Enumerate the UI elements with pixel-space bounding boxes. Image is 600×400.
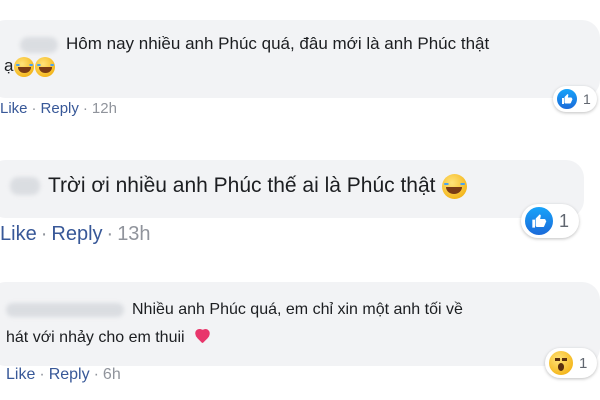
reaction-count: 1: [579, 354, 588, 372]
comment-text-line-1: Nhiều anh Phúc quá, em chỉ xin một anh t…: [132, 301, 463, 318]
separator-dot: ·: [106, 223, 114, 245]
like-link[interactable]: Like: [0, 223, 37, 245]
reply-link[interactable]: Reply: [41, 100, 79, 117]
laughing-tears-emoji: [14, 56, 35, 77]
reply-link[interactable]: Reply: [49, 366, 90, 383]
like-link[interactable]: Like: [0, 100, 28, 117]
reaction-count: 1: [559, 210, 570, 231]
comment-actions: Like · Reply · 6h: [6, 366, 121, 384]
comment-actions: Like · Reply · 12h: [0, 100, 117, 117]
like-link[interactable]: Like: [6, 366, 35, 383]
like-icon: [555, 87, 579, 111]
comment-2: Trời ơi nhiều anh Phúc thế ai là Phúc th…: [0, 130, 600, 260]
separator-dot: ·: [31, 100, 37, 117]
comment-3: Nhiều anh Phúc quá, em chỉ xin một anh t…: [0, 260, 600, 400]
comment-text-line-1: Trời ơi nhiều anh Phúc thế ai là Phúc th…: [48, 174, 436, 197]
reaction-summary[interactable]: 1: [553, 86, 597, 112]
comment-text-line-2: hát với nhảy cho em thuii: [6, 329, 185, 346]
separator-dot: ·: [82, 100, 88, 117]
comment-text-line-2: ạ: [4, 56, 14, 76]
comment-bubble: Hôm nay nhiều anh Phúc quá, đâu mới là a…: [0, 20, 600, 98]
separator-dot: ·: [40, 223, 48, 245]
comment-text-line-1: Hôm nay nhiều anh Phúc quá, đâu mới là a…: [66, 34, 490, 53]
like-icon: [523, 205, 555, 237]
laughing-tears-emoji: [35, 56, 56, 77]
timestamp[interactable]: 6h: [103, 366, 121, 383]
reaction-count: 1: [583, 91, 591, 107]
timestamp[interactable]: 12h: [92, 100, 117, 117]
separator-dot: ·: [39, 366, 45, 383]
reaction-summary[interactable]: 1: [521, 204, 580, 238]
reply-link[interactable]: Reply: [51, 223, 102, 245]
comment-bubble: Nhiều anh Phúc quá, em chỉ xin một anh t…: [0, 282, 600, 366]
comment-1: Hôm nay nhiều anh Phúc quá, đâu mới là a…: [0, 0, 600, 130]
comment-bubble: Trời ơi nhiều anh Phúc thế ai là Phúc th…: [0, 160, 584, 218]
timestamp[interactable]: 13h: [117, 223, 150, 245]
comment-actions: Like · Reply · 13h: [0, 223, 151, 246]
comment-author-name[interactable]: [6, 302, 124, 317]
sparkling-heart-emoji: [193, 330, 211, 346]
reaction-summary[interactable]: 1: [545, 348, 598, 378]
separator-dot: ·: [93, 366, 99, 383]
comment-author-name[interactable]: [10, 177, 40, 196]
comment-author-name[interactable]: [20, 36, 58, 53]
wow-icon: [547, 349, 575, 377]
laughing-tears-emoji: [441, 173, 467, 199]
